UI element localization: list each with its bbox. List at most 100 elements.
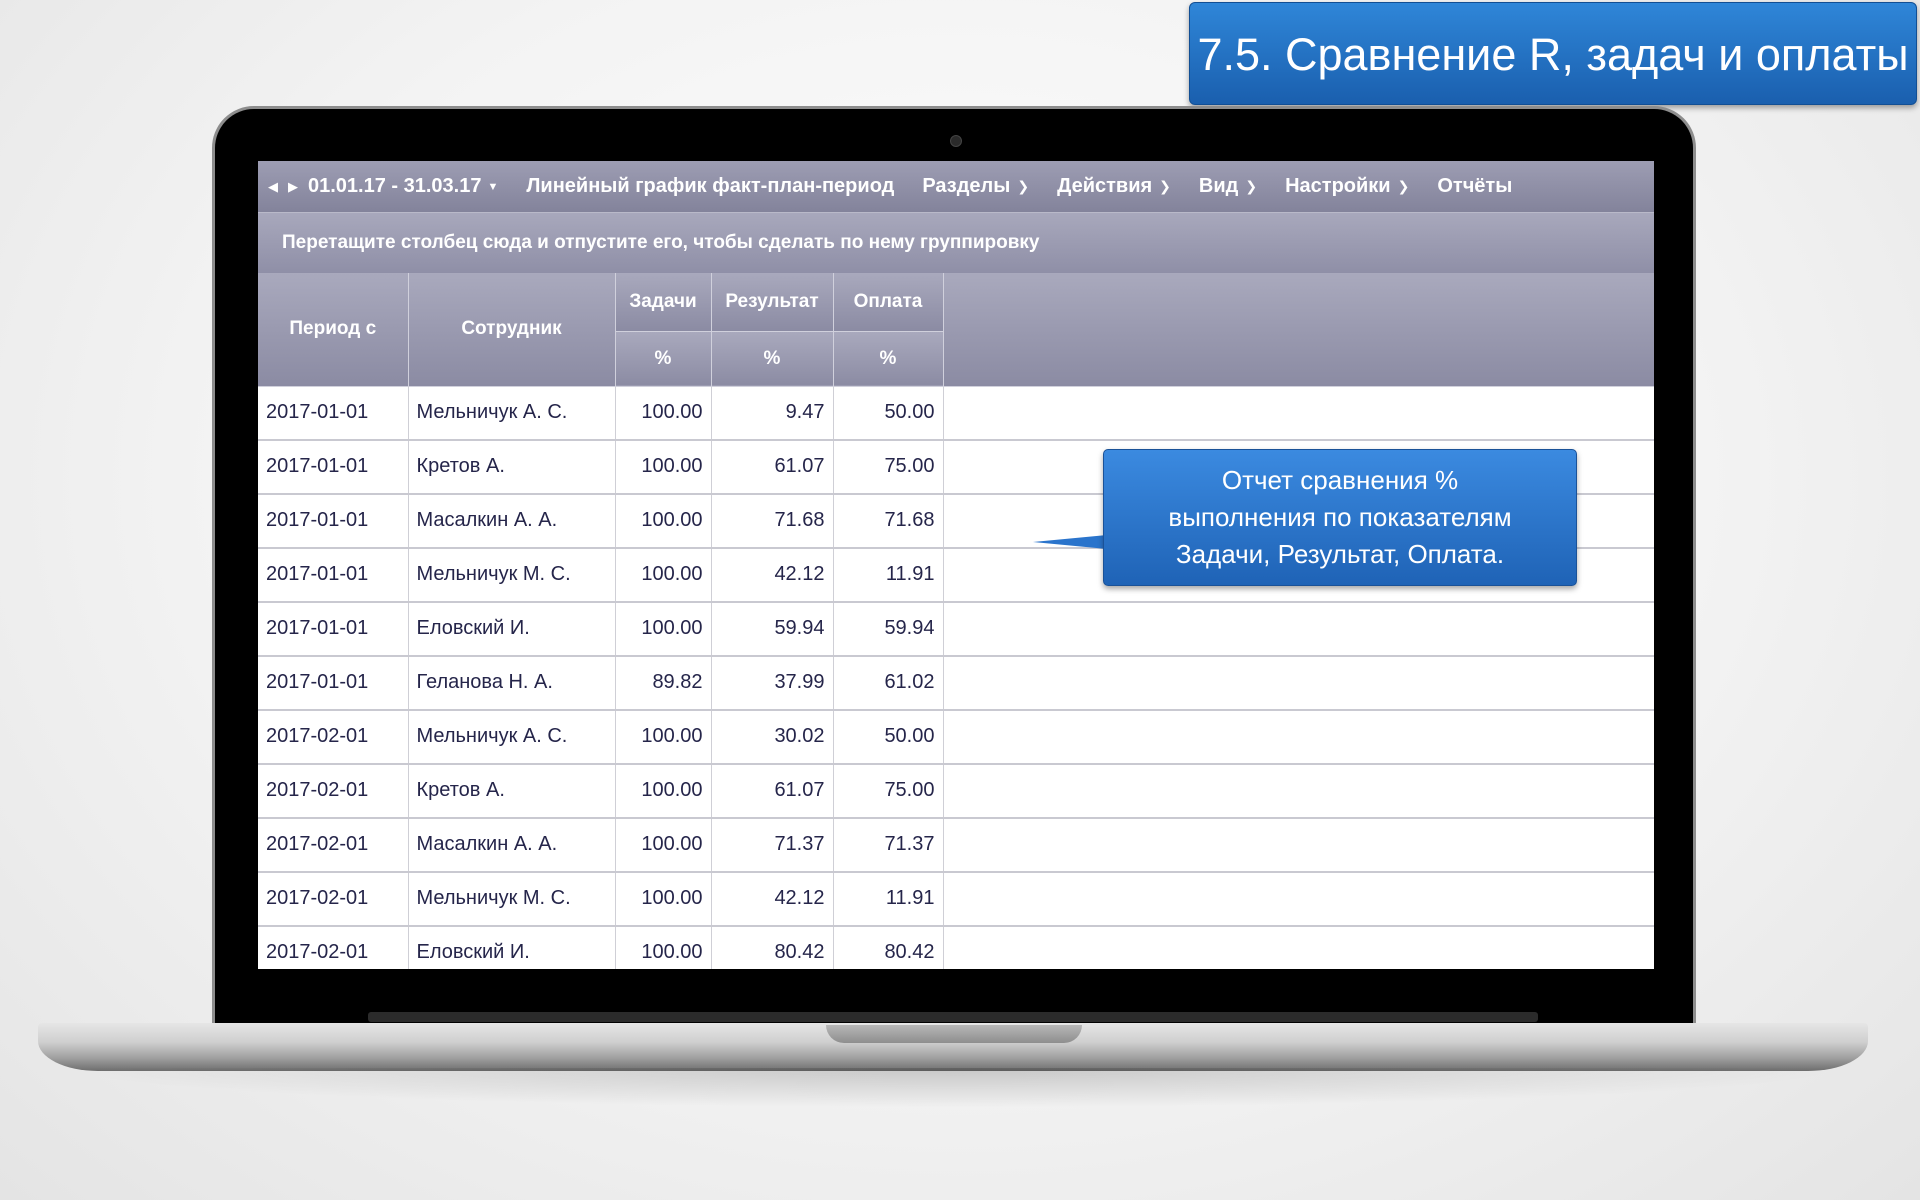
cell-tasks[interactable]: 100.00 bbox=[615, 493, 712, 549]
header-period[interactable]: Период с bbox=[258, 273, 409, 387]
cell-payment[interactable]: 59.94 bbox=[833, 601, 944, 657]
cell-tasks[interactable]: 100.00 bbox=[615, 709, 712, 765]
cell-period[interactable]: 2017-01-01 bbox=[258, 493, 409, 549]
cell-employee[interactable]: Мельничук М. С. bbox=[408, 547, 616, 603]
menu-settings-label: Настройки bbox=[1285, 175, 1391, 197]
cell-result[interactable]: 59.94 bbox=[711, 601, 834, 657]
cell-employee[interactable]: Геланова Н. А. bbox=[408, 655, 616, 711]
cell-period[interactable]: 2017-01-01 bbox=[258, 439, 409, 495]
header-payment-unit: % bbox=[833, 331, 944, 387]
menu-sections-label: Разделы bbox=[922, 175, 1011, 197]
header-empty bbox=[943, 273, 1654, 387]
menu-actions-label: Действия bbox=[1057, 175, 1153, 197]
header-result[interactable]: Результат bbox=[711, 273, 834, 332]
cell-employee[interactable]: Мельничук М. С. bbox=[408, 871, 616, 927]
header-tasks[interactable]: Задачи bbox=[615, 273, 712, 332]
slide-title: 7.5. Сравнение R, задач и оплаты bbox=[1189, 2, 1917, 105]
cell-result[interactable]: 71.37 bbox=[711, 817, 834, 873]
cell-period[interactable]: 2017-02-01 bbox=[258, 763, 409, 819]
cell-employee[interactable]: Еловский И. bbox=[408, 601, 616, 657]
header-employee[interactable]: Сотрудник bbox=[408, 273, 616, 387]
period-navigation: ◀ ▶ bbox=[258, 179, 298, 195]
callout-pointer bbox=[1033, 535, 1107, 549]
cell-period[interactable]: 2017-01-01 bbox=[258, 386, 409, 441]
cell-employee[interactable]: Мельничук А. С. bbox=[408, 709, 616, 765]
toolbar: ◀ ▶ 01.01.17 - 31.03.17 ▼ Линейный графи… bbox=[258, 161, 1654, 212]
table-row[interactable]: 2017-01-01 Мельничук А. С. 100.00 9.47 50.00 bbox=[258, 386, 1654, 441]
header-result-unit: % bbox=[711, 331, 834, 387]
cell-period[interactable]: 2017-02-01 bbox=[258, 871, 409, 927]
cell-employee[interactable]: Еловский И. bbox=[408, 925, 616, 969]
cell-result[interactable]: 30.02 bbox=[711, 709, 834, 765]
cell-empty bbox=[943, 386, 1654, 441]
cell-payment[interactable]: 50.00 bbox=[833, 386, 944, 441]
report-name-link[interactable]: Линейный график факт-план-период bbox=[526, 175, 894, 198]
cell-payment[interactable]: 75.00 bbox=[833, 763, 944, 819]
cell-payment[interactable]: 71.68 bbox=[833, 493, 944, 549]
table-row[interactable]: 2017-02-01 Еловский И. 100.00 80.42 80.42 bbox=[258, 925, 1654, 969]
cell-period[interactable]: 2017-02-01 bbox=[258, 817, 409, 873]
cell-payment[interactable]: 11.91 bbox=[833, 871, 944, 927]
cell-empty bbox=[943, 709, 1654, 765]
cell-period[interactable]: 2017-02-01 bbox=[258, 709, 409, 765]
cell-employee[interactable]: Мельничук А. С. bbox=[408, 386, 616, 441]
laptop-hinge bbox=[368, 1012, 1538, 1022]
cell-payment[interactable]: 11.91 bbox=[833, 547, 944, 603]
cell-empty bbox=[943, 871, 1654, 927]
cell-employee[interactable]: Кретов А. bbox=[408, 439, 616, 495]
cell-payment[interactable]: 71.37 bbox=[833, 817, 944, 873]
cell-payment[interactable]: 61.02 bbox=[833, 655, 944, 711]
table-row[interactable]: 2017-02-01 Масалкин А. А. 100.00 71.37 71.37 bbox=[258, 817, 1654, 873]
cell-tasks[interactable]: 100.00 bbox=[615, 871, 712, 927]
cell-period[interactable]: 2017-01-01 bbox=[258, 655, 409, 711]
table-row[interactable]: 2017-02-01 Кретов А. 100.00 61.07 75.00 bbox=[258, 763, 1654, 819]
date-range-selector[interactable]: 01.01.17 - 31.03.17 ▼ bbox=[308, 175, 498, 198]
cell-result[interactable]: 9.47 bbox=[711, 386, 834, 441]
callout-line-1: Отчет сравнения % bbox=[1221, 465, 1459, 495]
table-row[interactable]: 2017-02-01 Мельничук А. С. 100.00 30.02 50.0… bbox=[258, 709, 1654, 765]
cell-tasks[interactable]: 100.00 bbox=[615, 601, 712, 657]
cell-tasks[interactable]: 100.00 bbox=[615, 763, 712, 819]
triangle-left-icon[interactable]: ◀ bbox=[268, 179, 278, 195]
group-drop-zone[interactable]: Перетащите столбец сюда и отпустите его,… bbox=[258, 212, 1654, 273]
cell-tasks[interactable]: 100.00 bbox=[615, 817, 712, 873]
cell-tasks[interactable]: 100.00 bbox=[615, 925, 712, 969]
cell-result[interactable]: 37.99 bbox=[711, 655, 834, 711]
menu-actions[interactable]: Действия ❯ bbox=[1057, 175, 1171, 198]
cell-tasks[interactable]: 100.00 bbox=[615, 547, 712, 603]
menu-settings[interactable]: Настройки ❯ bbox=[1285, 175, 1409, 198]
cell-employee[interactable]: Масалкин А. А. bbox=[408, 817, 616, 873]
chevron-down-icon: ❯ bbox=[1397, 178, 1410, 194]
triangle-right-icon[interactable]: ▶ bbox=[288, 179, 298, 195]
cell-payment[interactable]: 50.00 bbox=[833, 709, 944, 765]
chevron-down-icon: ❯ bbox=[1159, 178, 1171, 194]
cell-payment[interactable]: 75.00 bbox=[833, 439, 944, 495]
header-payment[interactable]: Оплата bbox=[833, 273, 944, 332]
callout-line-3: Задачи, Результат, Оплата. bbox=[1175, 539, 1505, 569]
cell-period[interactable]: 2017-01-01 bbox=[258, 601, 409, 657]
cell-empty bbox=[943, 925, 1654, 969]
menu-reports[interactable]: Отчёты bbox=[1437, 175, 1512, 198]
cell-result[interactable]: 71.68 bbox=[711, 493, 834, 549]
cell-result[interactable]: 42.12 bbox=[711, 547, 834, 603]
cell-result[interactable]: 61.07 bbox=[711, 439, 834, 495]
cell-tasks[interactable]: 100.00 bbox=[615, 439, 712, 495]
menu-view[interactable]: Вид ❯ bbox=[1199, 175, 1257, 198]
cell-payment[interactable]: 80.42 bbox=[833, 925, 944, 969]
cell-result[interactable]: 80.42 bbox=[711, 925, 834, 969]
cell-result[interactable]: 42.12 bbox=[711, 871, 834, 927]
cell-result[interactable]: 61.07 bbox=[711, 763, 834, 819]
cell-employee[interactable]: Масалкин А. А. bbox=[408, 493, 616, 549]
menu-sections[interactable]: Разделы ❯ bbox=[922, 175, 1029, 198]
menu-reports-label: Отчёты bbox=[1437, 175, 1513, 197]
cell-period[interactable]: 2017-02-01 bbox=[258, 925, 409, 969]
cell-employee[interactable]: Кретов А. bbox=[408, 763, 616, 819]
table-row[interactable]: 2017-01-01 Геланова Н. А. 89.82 37.99 61.02 bbox=[258, 655, 1654, 711]
table-row[interactable]: 2017-01-01 Еловский И. 100.00 59.94 59.94 bbox=[258, 601, 1654, 657]
cell-tasks[interactable]: 89.82 bbox=[615, 655, 712, 711]
laptop-notch bbox=[826, 1025, 1082, 1043]
cell-period[interactable]: 2017-01-01 bbox=[258, 547, 409, 603]
results-table: Период с Сотрудник Задачи Результат Опла… bbox=[258, 273, 1654, 969]
table-row[interactable]: 2017-02-01 Мельничук М. С. 100.00 42.12 11.9… bbox=[258, 871, 1654, 927]
cell-tasks[interactable]: 100.00 bbox=[615, 386, 712, 441]
